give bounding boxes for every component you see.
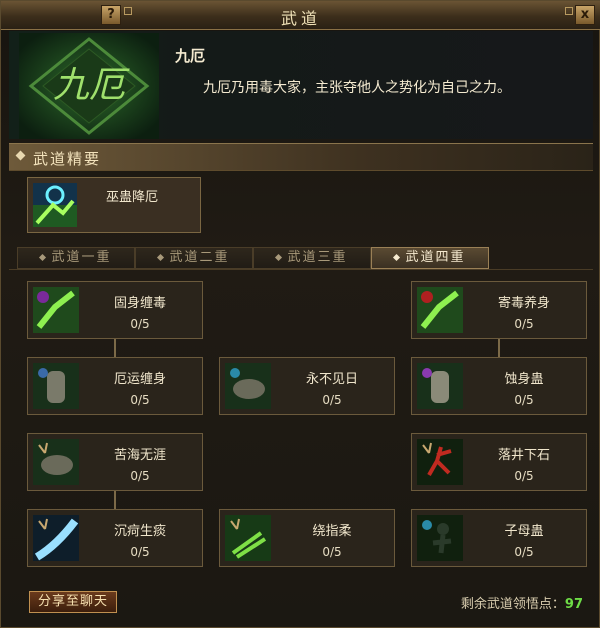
skill-name: 绕指柔 — [312, 524, 352, 539]
gauntlet-icon — [33, 363, 79, 409]
diamond-icon — [393, 253, 401, 262]
skill-name: 苦海无涯 — [113, 448, 166, 463]
share-to-chat-button[interactable]: 分享至聊天 — [29, 591, 117, 613]
blue-slash-icon — [33, 515, 79, 561]
tab-tier-3[interactable]: 武道三重 — [253, 247, 371, 269]
skill-name: 沉疴生痰 — [113, 524, 166, 539]
featured-skill[interactable]: 巫蛊降厄 — [27, 177, 201, 233]
tab-tier-1[interactable]: 武道一重 — [17, 247, 135, 269]
points-label: 剩余武道领悟点： — [460, 597, 565, 612]
skill-level: 0/5 — [322, 545, 342, 559]
skill-card-yongbu-jianri[interactable]: 永不见日 0/5 — [219, 357, 395, 415]
skill-card-shishen-gu[interactable]: 蚀身蛊 0/5 — [411, 357, 587, 415]
gauntlet-icon — [33, 439, 79, 485]
skill-card-luojing-xiashi[interactable]: 落井下石 0/5 — [411, 433, 587, 491]
skill-connector — [114, 339, 116, 357]
tab-tier-4[interactable]: 武道四重 — [371, 247, 489, 269]
skill-card-eyun-chanshen[interactable]: 厄运缠身 0/5 — [27, 357, 203, 415]
skill-name: 蚀身蛊 — [504, 372, 544, 387]
tab-tier-2[interactable]: 武道二重 — [135, 247, 253, 269]
gauntlet-icon — [417, 363, 463, 409]
gauntlet-icon — [225, 363, 271, 409]
tab-label: 武道二重 — [169, 250, 230, 265]
red-figure-icon — [417, 439, 463, 485]
skill-name: 落井下石 — [497, 448, 550, 463]
diamond-icon — [39, 253, 47, 262]
points-value: 97 — [564, 597, 583, 612]
skill-level: 0/5 — [130, 317, 150, 331]
skill-card-kuhai-wuya[interactable]: 苦海无涯 0/5 — [27, 433, 203, 491]
green-claw-icon — [33, 287, 79, 333]
school-description: 九厄乃用毒大家，主张夺他人之势化为自己之力。 — [203, 80, 511, 96]
skill-level: 0/5 — [514, 317, 534, 331]
section-header: 武道精要 — [9, 143, 593, 171]
skill-card-jidu-yangshen[interactable]: 寄毒养身 0/5 — [411, 281, 587, 339]
skill-card-raozhi-rou[interactable]: 绕指柔 0/5 — [219, 509, 395, 567]
remaining-points: 剩余武道领悟点：97 — [461, 593, 583, 612]
featured-skill-name: 巫蛊降厄 — [106, 190, 159, 205]
emblem-text: 九厄 — [53, 65, 130, 106]
poison-claw-icon — [33, 183, 77, 227]
skill-level: 0/5 — [130, 469, 150, 483]
corner-ornament — [565, 7, 573, 15]
skill-name: 子母蛊 — [504, 524, 544, 539]
tab-label: 武道三重 — [287, 250, 348, 265]
skill-connector — [114, 491, 116, 509]
skill-level: 0/5 — [322, 393, 342, 407]
section-label: 武道精要 — [33, 150, 102, 168]
diamond-icon — [275, 253, 283, 262]
school-header: 九厄 九厄 九厄乃用毒大家，主张夺他人之势化为自己之力。 — [9, 31, 593, 139]
skill-name: 固身缠毒 — [113, 296, 166, 311]
title-bar[interactable]: ? 武道 x — [1, 1, 600, 30]
close-button[interactable]: x — [575, 5, 595, 25]
skill-card-chenke-shengtan[interactable]: 沉疴生痰 0/5 — [27, 509, 203, 567]
school-emblem-icon: 九厄 — [19, 33, 159, 139]
diamond-icon — [157, 253, 165, 262]
green-hand-icon — [225, 515, 271, 561]
window-title: 武道 — [280, 9, 321, 28]
skill-level: 0/5 — [130, 393, 150, 407]
skill-level: 0/5 — [130, 545, 150, 559]
skill-name: 永不见日 — [305, 372, 358, 387]
diamond-icon — [15, 150, 26, 161]
skill-card-gushen-chandu[interactable]: 固身缠毒 0/5 — [27, 281, 203, 339]
green-claw-icon — [417, 287, 463, 333]
school-name: 九厄 — [175, 47, 206, 65]
tab-label: 武道四重 — [405, 250, 466, 265]
skill-level: 0/5 — [514, 469, 534, 483]
skill-name: 寄毒养身 — [497, 296, 550, 311]
wudao-window: ? 武道 x 九厄 九厄 九厄乃用毒大家，主张夺他人之势化为自己之力。 武道精要 — [0, 0, 600, 628]
skill-card-zimu-gu[interactable]: 子母蛊 0/5 — [411, 509, 587, 567]
skill-name: 厄运缠身 — [113, 372, 166, 387]
skill-connector — [498, 339, 500, 357]
tab-label: 武道一重 — [51, 250, 112, 265]
skill-level: 0/5 — [514, 545, 534, 559]
tier-tabs: 武道一重 武道二重 武道三重 武道四重 — [9, 247, 593, 270]
shadow-figure-icon — [417, 515, 463, 561]
skill-level: 0/5 — [514, 393, 534, 407]
